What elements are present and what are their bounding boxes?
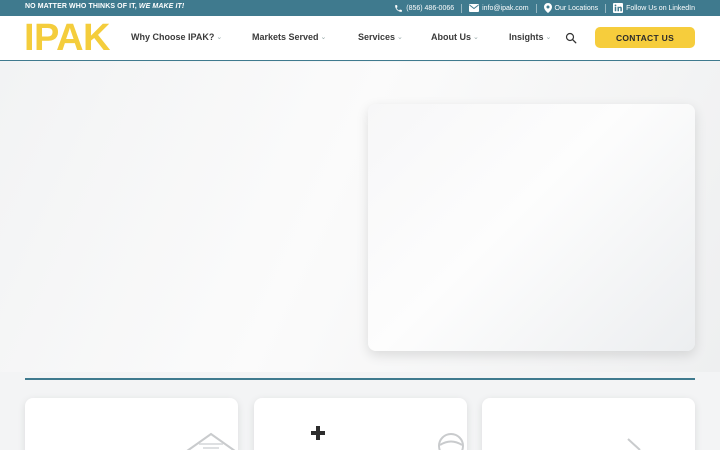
nav-label: Insights — [509, 32, 544, 42]
nav-why-choose[interactable]: Why Choose IPAK? ⌄ — [131, 32, 222, 42]
product-icon — [437, 432, 465, 450]
locations-label: Our Locations — [554, 4, 599, 12]
search-icon[interactable] — [565, 31, 577, 49]
locations-link[interactable]: Our Locations — [543, 3, 599, 13]
linkedin-icon — [613, 3, 624, 13]
tagline-emphasis: WE MAKE IT! — [138, 3, 185, 10]
nav-label: Services — [358, 32, 396, 42]
feature-card[interactable] — [25, 398, 238, 450]
chevron-down-icon: ⌄ — [397, 34, 403, 41]
nav-label: Markets Served — [252, 32, 319, 42]
nav-markets-served[interactable]: Markets Served ⌄ — [252, 32, 326, 42]
nav-about-us[interactable]: About Us ⌄ — [431, 32, 479, 42]
chevron-down-icon: ⌄ — [216, 34, 223, 41]
hero-media-card — [368, 104, 695, 351]
chevron-down-icon: ⌄ — [473, 34, 479, 41]
feature-card[interactable] — [482, 398, 695, 450]
email-link[interactable]: info@ipak.com — [469, 4, 529, 12]
logo[interactable]: IPAK — [24, 19, 110, 57]
top-bar: NO MATTER WHO THINKS OF IT, WE MAKE IT! … — [0, 0, 720, 16]
linkedin-link[interactable]: Follow Us on LinkedIn — [613, 3, 695, 13]
nav-label: Why Choose IPAK? — [131, 32, 215, 42]
separator — [605, 3, 607, 13]
nav-services[interactable]: Services ⌄ — [358, 32, 403, 42]
phone-link[interactable]: (856) 486-0066 — [394, 4, 454, 13]
contact-us-button[interactable]: CONTACT US — [595, 27, 695, 48]
separator — [535, 3, 537, 13]
house-icon — [185, 432, 237, 450]
arrow-icon — [626, 438, 644, 450]
phone-icon — [394, 4, 403, 13]
chevron-down-icon: ⌄ — [320, 34, 327, 41]
site-header: IPAK Why Choose IPAK? ⌄ Markets Served ⌄ S… — [0, 16, 720, 61]
tagline-main: NO MATTER WHO THINKS OF IT, — [25, 3, 137, 10]
chevron-down-icon: ⌄ — [545, 34, 552, 41]
envelope-icon — [469, 4, 480, 12]
plus-icon — [311, 426, 325, 445]
section-divider — [25, 378, 695, 380]
linkedin-label: Follow Us on LinkedIn — [626, 4, 695, 12]
email-address: info@ipak.com — [482, 4, 529, 12]
tagline: NO MATTER WHO THINKS OF IT, WE MAKE IT! — [25, 3, 184, 10]
separator — [461, 3, 463, 13]
map-pin-icon — [543, 3, 552, 13]
nav-label: About Us — [431, 32, 471, 42]
contact-links: (856) 486-0066 info@ipak.com Our Locatio… — [394, 2, 695, 14]
feature-card[interactable] — [254, 398, 467, 450]
nav-insights[interactable]: Insights ⌄ — [509, 32, 551, 42]
phone-number: (856) 486-0066 — [406, 4, 455, 12]
